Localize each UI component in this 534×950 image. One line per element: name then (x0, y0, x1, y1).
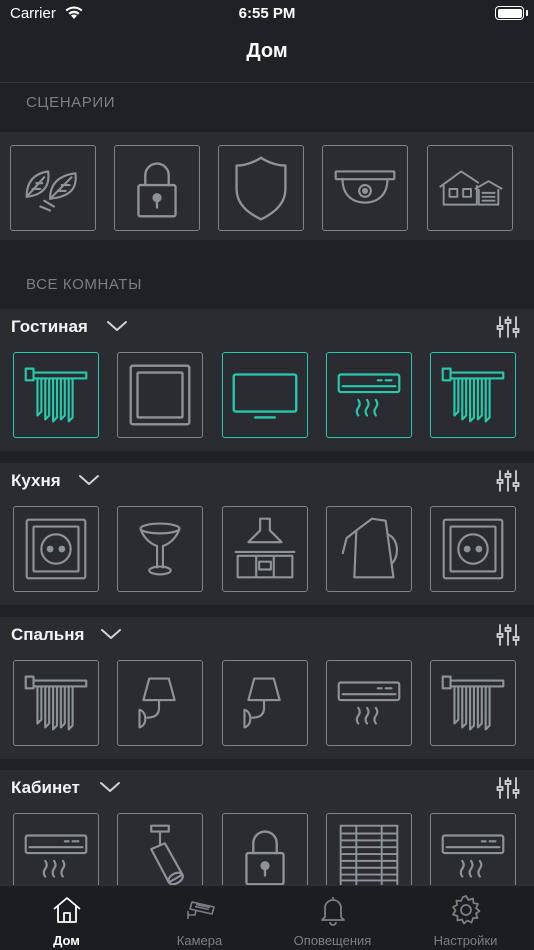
curtains-icon (441, 367, 505, 423)
sliders-icon[interactable] (496, 469, 520, 493)
room-panel-kitchen: Кухня (0, 463, 534, 605)
room-header[interactable]: Кухня (0, 463, 534, 499)
socket-icon (442, 518, 504, 580)
room-name: Спальня (11, 625, 85, 644)
scenario-house[interactable] (427, 145, 513, 231)
device-ac[interactable] (326, 352, 412, 438)
device-socket[interactable] (430, 506, 516, 592)
nav-divider (0, 82, 534, 83)
sliders-icon[interactable] (496, 315, 520, 339)
room-name: Гостиная (11, 317, 88, 336)
device-spotlight[interactable] (117, 813, 203, 886)
table-lamp-icon (139, 522, 181, 576)
padlock-icon (245, 830, 285, 886)
tab-label: Дом (53, 933, 80, 948)
tab-camera[interactable]: Камера (133, 886, 266, 950)
dome-camera-icon (334, 170, 396, 204)
device-table-lamp[interactable] (117, 506, 203, 592)
room-panel-bedroom: Спальня (0, 617, 534, 759)
device-curtains[interactable] (13, 660, 99, 746)
section-label-scenarios: СЦЕНАРИИ (26, 94, 116, 111)
device-curtains[interactable] (13, 352, 99, 438)
battery-icon (495, 6, 524, 20)
section-label-all-rooms: ВСЕ КОМНАТЫ (26, 276, 142, 293)
sliders-icon[interactable] (496, 623, 520, 647)
device-curtains[interactable] (430, 352, 516, 438)
device-wall-lamp[interactable] (222, 660, 308, 746)
wall-lamp-icon (243, 677, 281, 729)
device-socket[interactable] (13, 506, 99, 592)
tab-label: Настройки (433, 933, 498, 948)
room-name: Кухня (11, 471, 61, 490)
room-header[interactable]: Спальня (0, 617, 534, 653)
air-conditioner-icon (337, 373, 401, 417)
device-kettle[interactable] (326, 506, 412, 592)
tab-label: Камера (176, 933, 223, 948)
device-lock[interactable] (222, 813, 308, 886)
socket-icon (25, 518, 87, 580)
all-rooms-header: ВСЕ КОМНАТЫ (0, 264, 534, 308)
kettle-icon (341, 517, 398, 579)
page-title: Дом (246, 40, 288, 62)
device-ac[interactable] (13, 813, 99, 886)
room-header[interactable]: Кабинет (0, 770, 534, 806)
house-garage-icon (439, 170, 503, 206)
shield-icon (235, 156, 287, 221)
device-blinds[interactable] (326, 813, 412, 886)
tab-home[interactable]: Дом (0, 886, 133, 950)
room-name: Кабинет (11, 778, 80, 797)
chevron-down-icon[interactable] (99, 780, 121, 794)
padlock-icon (137, 162, 177, 218)
chevron-down-icon[interactable] (100, 627, 122, 641)
device-tv[interactable] (222, 352, 308, 438)
device-curtains[interactable] (430, 660, 516, 746)
status-bar: Carrier 6:55 PM (0, 0, 534, 30)
tv-icon (232, 373, 298, 419)
chevron-down-icon[interactable] (78, 473, 100, 487)
kitchen-hood-icon (234, 517, 296, 579)
room-header[interactable]: Гостиная (0, 309, 534, 345)
spotlight-icon (150, 824, 184, 886)
blinds-icon (339, 824, 399, 886)
leaves-icon (25, 170, 77, 212)
chevron-down-icon[interactable] (106, 319, 128, 333)
device-ac[interactable] (326, 660, 412, 746)
tab-settings[interactable]: Настройки (399, 886, 532, 950)
home-icon (52, 897, 81, 923)
device-hood[interactable] (222, 506, 308, 592)
room-panel-office: Кабинет (0, 770, 534, 886)
curtains-icon (24, 367, 88, 423)
curtains-icon (441, 675, 505, 731)
clock: 6:55 PM (238, 5, 296, 22)
scenario-leaves[interactable] (10, 145, 96, 231)
room-panel-living: Гостиная (0, 309, 534, 451)
device-wall-lamp[interactable] (117, 660, 203, 746)
tab-bar: Дом Камера Оповещения Настройки (0, 885, 534, 950)
bell-icon (320, 897, 345, 926)
air-conditioner-icon (337, 681, 401, 725)
curtains-icon (24, 675, 88, 731)
scenario-lock[interactable] (114, 145, 200, 231)
wall-lamp-icon (138, 677, 176, 729)
tab-label: Оповещения (293, 933, 372, 948)
scenarios-row (0, 132, 534, 240)
scenario-security[interactable] (218, 145, 304, 231)
wall-switch-icon (129, 364, 191, 426)
air-conditioner-icon (441, 834, 505, 878)
device-ac[interactable] (430, 813, 516, 886)
tab-notifications[interactable]: Оповещения (266, 886, 399, 950)
air-conditioner-icon (24, 834, 88, 878)
scenario-camera[interactable] (322, 145, 408, 231)
scenarios-header: СЦЕНАРИИ (0, 84, 534, 128)
device-switch[interactable] (117, 352, 203, 438)
gear-icon (451, 895, 480, 925)
security-camera-icon (186, 901, 215, 919)
sliders-icon[interactable] (496, 776, 520, 800)
